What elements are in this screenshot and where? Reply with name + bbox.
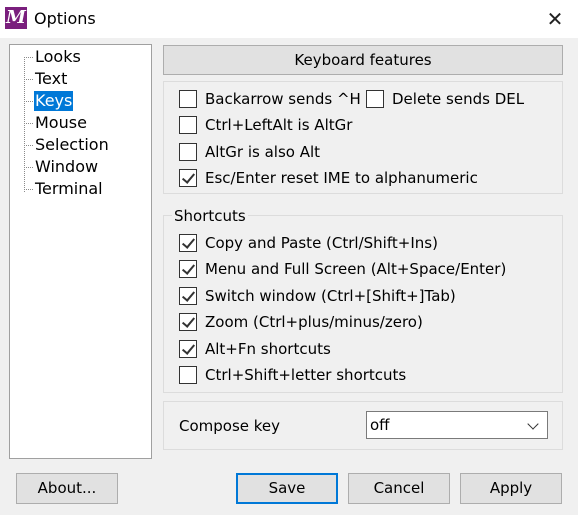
cancel-button[interactable]: Cancel <box>348 473 450 504</box>
tree-item-mouse[interactable]: Mouse <box>24 113 144 133</box>
checkbox-label: AltGr is also Alt <box>205 143 321 161</box>
mintty-icon: M <box>5 7 27 29</box>
checkbox-box[interactable] <box>179 366 197 384</box>
checkbox-label: Esc/Enter reset IME to alphanumeric <box>205 169 478 187</box>
tree-dash <box>24 145 33 146</box>
save-button[interactable]: Save <box>236 473 338 504</box>
panel-heading: Keyboard features <box>163 45 563 75</box>
tree-item-label: Terminal <box>35 179 103 198</box>
checkbox-box[interactable] <box>366 90 384 108</box>
checkbox-box[interactable] <box>179 340 197 358</box>
compose-key-label: Compose key <box>179 417 281 435</box>
tree-dash <box>24 57 33 58</box>
tree-dash <box>24 167 33 168</box>
checkbox-label: Menu and Full Screen (Alt+Space/Enter) <box>205 260 507 278</box>
tree-item-terminal[interactable]: Terminal <box>24 179 144 199</box>
checkbox-box[interactable] <box>179 90 197 108</box>
tree-item-selection[interactable]: Selection <box>24 135 144 155</box>
about-button[interactable]: About... <box>16 473 118 504</box>
tree-item-label: Looks <box>35 47 81 66</box>
checkbox-label: Ctrl+LeftAlt is AltGr <box>205 116 353 134</box>
tree-item-label: Window <box>35 157 99 176</box>
tree-item-label: Keys <box>34 91 74 111</box>
tree-item-label: Text <box>35 69 68 88</box>
checkbox-label: Copy and Paste (Ctrl/Shift+Ins) <box>205 234 438 252</box>
checkbox-box[interactable] <box>179 313 197 331</box>
tree-dash <box>24 79 33 80</box>
compose-key-value: off <box>370 416 390 434</box>
tree-item-text[interactable]: Text <box>24 69 144 89</box>
tree-dash <box>24 101 33 102</box>
category-tree: Looks Text Keys Mouse Selection Window T… <box>9 44 152 459</box>
checkbox-label: Alt+Fn shortcuts <box>205 340 331 358</box>
apply-button[interactable]: Apply <box>460 473 562 504</box>
checkbox-box[interactable] <box>179 169 197 187</box>
close-icon[interactable]: ✕ <box>532 0 578 38</box>
tree-item-keys[interactable]: Keys <box>24 91 144 111</box>
tree-item-label: Mouse <box>35 113 87 132</box>
checkbox-box[interactable] <box>179 287 197 305</box>
checkbox-label: Delete sends DEL <box>392 90 525 108</box>
checkbox-label: Ctrl+Shift+letter shortcuts <box>205 366 407 384</box>
checkbox-box[interactable] <box>179 234 197 252</box>
title-bar: M Options ✕ <box>0 0 578 38</box>
window-title: Options <box>34 9 96 28</box>
tree-item-label: Selection <box>35 135 109 154</box>
checkbox-label: Switch window (Ctrl+[Shift+]Tab) <box>205 287 456 305</box>
checkbox-label: Backarrow sends ^H <box>205 90 361 108</box>
tree-item-looks[interactable]: Looks <box>24 47 144 67</box>
compose-key-select[interactable]: off <box>366 411 548 439</box>
checkbox-box[interactable] <box>179 116 197 134</box>
tree-item-window[interactable]: Window <box>24 157 144 177</box>
shortcuts-title: Shortcuts <box>172 207 248 225</box>
tree-dash <box>24 189 33 190</box>
chevron-down-icon[interactable] <box>527 418 539 430</box>
checkbox-box[interactable] <box>179 143 197 161</box>
tree-dash <box>24 123 33 124</box>
checkbox-box[interactable] <box>179 260 197 278</box>
checkbox-label: Zoom (Ctrl+plus/minus/zero) <box>205 313 423 331</box>
